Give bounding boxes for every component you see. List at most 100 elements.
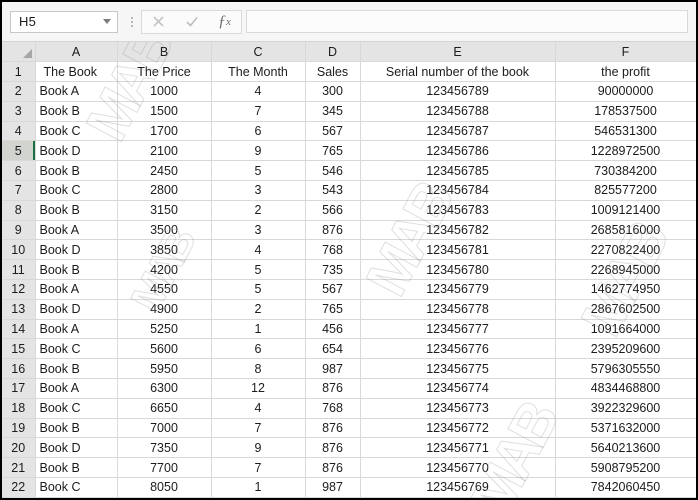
table-cell[interactable]: 768 — [305, 398, 361, 419]
row-header[interactable] — [2, 497, 36, 498]
table-cell[interactable]: Book D — [35, 239, 118, 261]
row-header[interactable]: 15 — [2, 338, 36, 360]
table-row[interactable]: 5 Book D 2100 9 765 123456786 1228972500 — [2, 140, 696, 162]
table-cell[interactable]: 4900 — [117, 299, 212, 320]
table-header-cell[interactable]: The Month — [211, 61, 306, 83]
table-cell[interactable]: 5600 — [117, 338, 212, 360]
table-cell[interactable]: 5796305550 — [555, 358, 696, 380]
table-cell[interactable]: 123456784 — [360, 180, 556, 201]
table-cell[interactable]: 3 — [211, 220, 306, 241]
name-box[interactable]: H5 — [10, 10, 118, 33]
table-cell[interactable]: 90000000 — [555, 81, 696, 102]
table-cell[interactable]: 123456771 — [360, 437, 556, 459]
table-cell[interactable]: 5950 — [117, 358, 212, 380]
table-cell[interactable]: Book C — [35, 477, 118, 498]
table-cell[interactable]: 123456789 — [360, 81, 556, 102]
table-cell[interactable] — [305, 497, 361, 498]
table-cell[interactable]: 2867602500 — [555, 299, 696, 320]
table-cell[interactable]: 123456774 — [360, 378, 556, 399]
table-cell[interactable]: Book C — [35, 121, 118, 142]
table-cell[interactable]: 566 — [305, 200, 361, 221]
table-cell[interactable]: 9 — [211, 437, 306, 459]
row-header[interactable]: 7 — [2, 180, 36, 201]
table-header-cell[interactable]: the profit — [555, 61, 696, 83]
check-icon[interactable] — [175, 11, 208, 33]
table-cell[interactable] — [360, 497, 556, 498]
table-cell[interactable]: 735 — [305, 259, 361, 281]
row-header[interactable]: 2 — [2, 81, 36, 102]
table-cell[interactable]: 4200 — [117, 259, 212, 281]
table-cell[interactable]: 5371632000 — [555, 418, 696, 439]
table-cell[interactable]: 1700 — [117, 121, 212, 142]
table-cell[interactable]: Book B — [35, 418, 118, 439]
row-header[interactable]: 11 — [2, 259, 36, 281]
table-cell[interactable]: 6 — [211, 338, 306, 360]
table-cell[interactable]: 2450 — [117, 160, 212, 182]
row-header[interactable]: 9 — [2, 220, 36, 241]
table-cell[interactable]: 2268945000 — [555, 259, 696, 281]
table-cell[interactable]: 8 — [211, 358, 306, 380]
table-row[interactable]: 3 Book B 1500 7 345 123456788 178537500 — [2, 101, 696, 122]
table-row[interactable]: 9 Book A 3500 3 876 123456782 2685816000 — [2, 220, 696, 241]
table-cell[interactable]: 6300 — [117, 378, 212, 399]
table-cell[interactable]: 1091664000 — [555, 319, 696, 340]
table-cell[interactable]: 1 — [211, 319, 306, 340]
table-row[interactable]: 7 Book C 2800 3 543 123456784 825577200 — [2, 180, 696, 201]
table-cell[interactable]: 7 — [211, 418, 306, 439]
column-header-e[interactable]: E — [360, 42, 556, 63]
table-cell[interactable]: 123456785 — [360, 160, 556, 182]
table-cell[interactable]: 5 — [211, 160, 306, 182]
table-cell[interactable]: 876 — [305, 457, 361, 479]
table-cell[interactable]: 546 — [305, 160, 361, 182]
table-cell[interactable]: Book C — [35, 180, 118, 201]
row-header[interactable]: 13 — [2, 299, 36, 320]
table-row[interactable]: 17 Book A 6300 12 876 123456774 4834468800 — [2, 378, 696, 399]
table-cell[interactable]: 123456769 — [360, 477, 556, 498]
table-cell[interactable]: 3500 — [117, 220, 212, 241]
table-cell[interactable]: 4834468800 — [555, 378, 696, 399]
table-cell[interactable]: 3850 — [117, 239, 212, 261]
table-cell[interactable]: 876 — [305, 220, 361, 241]
table-cell[interactable]: 1000 — [117, 81, 212, 102]
table-cell[interactable]: 5640213600 — [555, 437, 696, 459]
table-cell[interactable]: 4 — [211, 81, 306, 102]
table-cell[interactable]: Book B — [35, 160, 118, 182]
table-cell[interactable]: 567 — [305, 279, 361, 300]
table-row[interactable] — [2, 497, 696, 498]
table-cell[interactable]: Book D — [35, 299, 118, 320]
column-header-d[interactable]: D — [305, 42, 361, 63]
table-cell[interactable]: 6650 — [117, 398, 212, 419]
table-cell[interactable]: Book C — [35, 338, 118, 360]
row-header[interactable]: 22 — [2, 477, 36, 498]
table-cell[interactable]: 2270822400 — [555, 239, 696, 261]
table-cell[interactable]: 300 — [305, 81, 361, 102]
table-cell[interactable]: 1228972500 — [555, 140, 696, 162]
row-header[interactable]: 20 — [2, 437, 36, 459]
table-cell[interactable]: 456 — [305, 319, 361, 340]
table-cell[interactable]: Book A — [35, 81, 118, 102]
row-header[interactable]: 16 — [2, 358, 36, 380]
table-cell[interactable]: 1462774950 — [555, 279, 696, 300]
close-icon[interactable] — [142, 11, 175, 33]
select-all-corner[interactable] — [2, 42, 36, 63]
table-cell[interactable]: 1 — [211, 477, 306, 498]
table-cell[interactable]: 12 — [211, 378, 306, 399]
table-row[interactable]: 11 Book B 4200 5 735 123456780 2268945000 — [2, 259, 696, 281]
row-header[interactable]: 1 — [2, 61, 36, 83]
table-row[interactable]: 6 Book B 2450 5 546 123456785 730384200 — [2, 160, 696, 182]
table-cell[interactable]: 5250 — [117, 319, 212, 340]
table-cell[interactable]: 1009121400 — [555, 200, 696, 221]
table-row[interactable]: 22 Book C 8050 1 987 123456769 7842060450 — [2, 477, 696, 498]
table-cell[interactable]: Book A — [35, 279, 118, 300]
table-cell[interactable]: 3150 — [117, 200, 212, 221]
row-header[interactable]: 21 — [2, 457, 36, 479]
table-header-cell[interactable]: The Book — [35, 61, 118, 83]
row-header[interactable]: 6 — [2, 160, 36, 182]
table-row[interactable]: 4 Book C 1700 6 567 123456787 546531300 — [2, 121, 696, 142]
table-cell[interactable]: 123456782 — [360, 220, 556, 241]
table-row[interactable]: 20 Book D 7350 9 876 123456771 5640213600 — [2, 437, 696, 459]
row-header[interactable]: 8 — [2, 200, 36, 221]
table-header-cell[interactable]: Serial number of the book — [360, 61, 556, 83]
table-cell[interactable]: 987 — [305, 358, 361, 380]
table-row[interactable]: 18 Book C 6650 4 768 123456773 3922329600 — [2, 398, 696, 419]
